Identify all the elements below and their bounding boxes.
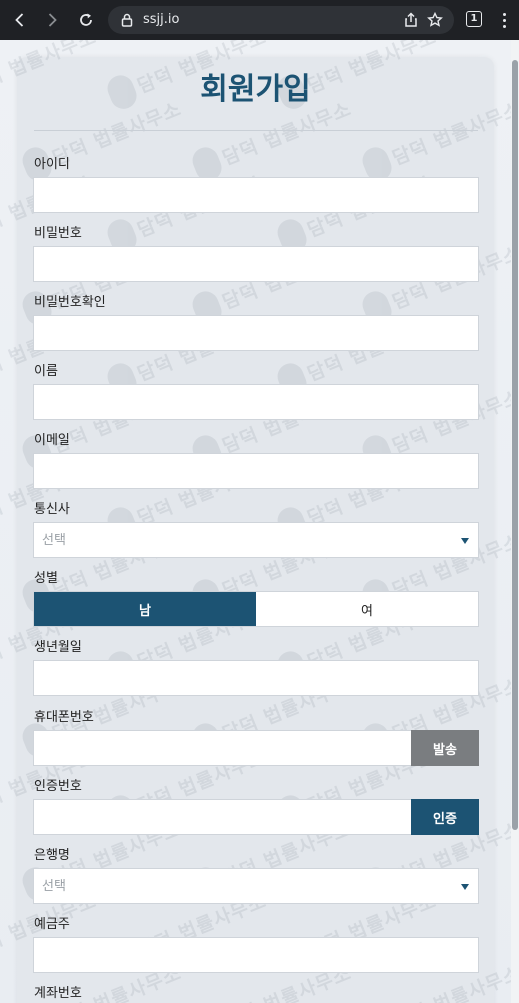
reload-button[interactable]: [72, 6, 100, 34]
carrier-select[interactable]: 선택: [33, 522, 479, 558]
account-holder-input[interactable]: [33, 937, 479, 973]
share-icon[interactable]: [402, 11, 420, 29]
gender-label: 성별: [34, 571, 58, 586]
auth-code-input[interactable]: [33, 799, 412, 835]
gender-female-button[interactable]: 여: [256, 592, 478, 626]
bank-selected-value: 선택: [42, 879, 66, 894]
chevron-down-icon: [461, 884, 469, 890]
password-label: 비밀번호: [34, 226, 82, 241]
tab-count-button[interactable]: 1: [466, 11, 482, 27]
bank-label: 은행명: [34, 848, 70, 863]
reload-icon: [80, 13, 92, 26]
verify-button[interactable]: 인증: [411, 799, 479, 835]
scrollbar-thumb[interactable]: [512, 60, 518, 830]
title-divider: [34, 130, 478, 131]
user-id-label: 아이디: [34, 157, 70, 172]
password-input[interactable]: [33, 246, 479, 282]
phone-label: 휴대폰번호: [34, 710, 94, 725]
email-label: 이메일: [34, 433, 70, 448]
phone-input[interactable]: [33, 730, 412, 766]
account-holder-label: 예금주: [34, 917, 70, 932]
forward-button[interactable]: [38, 6, 66, 34]
back-button[interactable]: [6, 6, 34, 34]
send-code-button[interactable]: 발송: [411, 730, 479, 766]
site-info-icon[interactable]: [118, 11, 136, 29]
user-id-input[interactable]: [33, 177, 479, 213]
browser-menu-icon[interactable]: [496, 8, 512, 32]
forward-arrow-icon: [48, 13, 57, 27]
back-arrow-icon: [15, 13, 24, 27]
password-confirm-label: 비밀번호확인: [34, 295, 106, 310]
chevron-down-icon: [461, 538, 469, 544]
url-text: ssjj.io: [143, 12, 180, 27]
birthdate-label: 생년월일: [34, 640, 82, 655]
name-input[interactable]: [33, 384, 479, 420]
browser-toolbar: ssjj.io 1: [0, 0, 519, 40]
address-bar[interactable]: ssjj.io: [108, 6, 454, 34]
birthdate-input[interactable]: [33, 660, 479, 696]
bank-select[interactable]: 선택: [33, 868, 479, 904]
password-confirm-input[interactable]: [33, 315, 479, 351]
carrier-label: 통신사: [34, 502, 70, 517]
bookmark-star-icon[interactable]: [426, 11, 444, 29]
page-title: 회원가입: [200, 72, 311, 107]
email-input[interactable]: [33, 453, 479, 489]
page-scrollbar[interactable]: [511, 40, 519, 1003]
gender-male-button[interactable]: 남: [34, 592, 256, 626]
gender-toggle: 남 여: [33, 591, 479, 627]
account-number-label: 계좌번호: [34, 986, 82, 1001]
carrier-selected-value: 선택: [42, 533, 66, 548]
auth-code-label: 인증번호: [34, 779, 82, 794]
name-label: 이름: [34, 364, 58, 379]
